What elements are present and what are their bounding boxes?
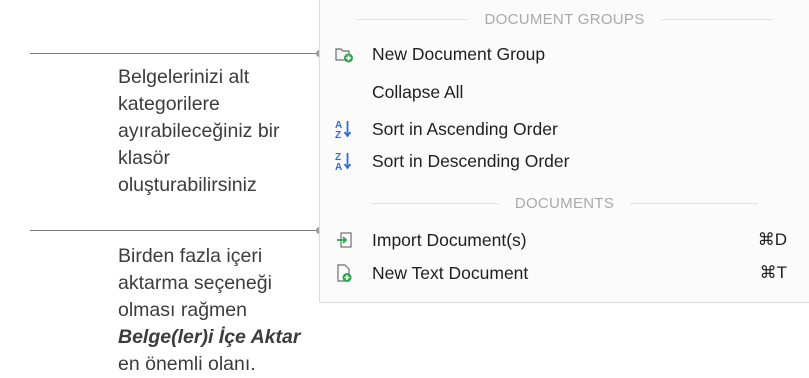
sort-descending-icon: Z A: [334, 151, 354, 171]
context-menu: DOCUMENT GROUPS New Document Group Colla…: [319, 0, 809, 303]
menu-item-label: Sort in Ascending Order: [372, 118, 558, 139]
svg-text:A: A: [335, 162, 342, 171]
document-groups-header-label: DOCUMENT GROUPS: [484, 10, 645, 28]
menu-item-label: Sort in Descending Order: [372, 150, 570, 171]
new-group-icon: [334, 44, 354, 64]
sort-ascending-icon: A Z: [334, 119, 354, 139]
annotation-text-1: Belgelerinizi alt kategorilere ayırabile…: [118, 66, 280, 196]
document-groups-header: DOCUMENT GROUPS: [320, 9, 809, 29]
menu-item-sort-descending[interactable]: Z A Sort in Descending Order: [320, 146, 809, 176]
documents-header-label: DOCUMENTS: [514, 194, 615, 212]
header-rule-right: [660, 18, 774, 20]
new-text-document-icon: [334, 263, 354, 283]
menu-item-new-text-document[interactable]: New Text Document ⌘T: [320, 258, 809, 288]
menu-item-label: Collapse All: [372, 81, 464, 102]
annotation-new-group: Belgelerinizi alt kategorilere ayırabile…: [118, 64, 308, 199]
menu-item-new-document-group[interactable]: New Document Group: [320, 39, 809, 69]
annotation-text-2a: Birden fazla içeri aktarma seçeneği olma…: [118, 245, 272, 321]
header-rule-right: [630, 202, 759, 204]
menu-item-import-documents[interactable]: Import Document(s) ⌘D: [320, 225, 809, 255]
annotation-text-2b: en önemli olanı.: [118, 353, 256, 375]
annotation-import: Birden fazla içeri aktarma seçeneği olma…: [118, 243, 308, 378]
shortcut-new-text: ⌘T: [759, 263, 787, 282]
svg-text:Z: Z: [335, 130, 341, 139]
annotation-text-2-emphasis: Belge(ler)i İçe Aktar: [118, 326, 301, 348]
shortcut-import: ⌘D: [757, 230, 787, 249]
documents-header: DOCUMENTS: [320, 193, 809, 213]
menu-item-sort-ascending[interactable]: A Z Sort in Ascending Order: [320, 114, 809, 144]
header-rule-left: [356, 18, 469, 20]
leader-line-1: [30, 53, 320, 54]
menu-item-collapse-all[interactable]: Collapse All: [320, 77, 809, 107]
leader-line-2: [30, 230, 320, 231]
import-icon: [334, 230, 354, 250]
header-rule-left: [370, 202, 499, 204]
menu-item-label: Import Document(s): [372, 229, 527, 250]
menu-item-label: New Document Group: [372, 43, 546, 64]
menu-item-label: New Text Document: [372, 262, 529, 283]
